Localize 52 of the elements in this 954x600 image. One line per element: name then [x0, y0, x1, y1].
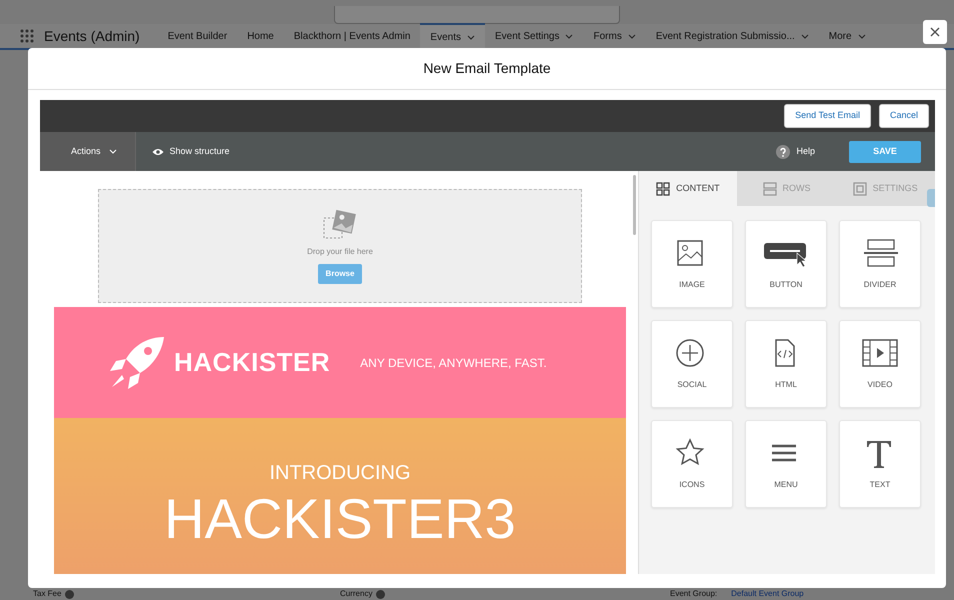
nav-tab[interactable]: Forms: [583, 23, 646, 49]
tagline: ANY DEVICE, ANYWHERE, FAST.: [360, 354, 547, 372]
logo-text: HACKISTER: [174, 346, 330, 379]
panel-icon: [852, 182, 867, 196]
field-label: Tax Fee: [33, 589, 62, 599]
field-label: Event Group:: [670, 589, 718, 599]
scrollbar[interactable]: [633, 175, 636, 235]
hero-headline: HACKISTER3: [163, 488, 517, 550]
content-block[interactable]: DIVIDER: [839, 220, 921, 308]
app-name: Events (Admin): [44, 26, 140, 46]
divider-icon: [862, 237, 898, 269]
hero-kicker: INTRODUCING: [268, 461, 412, 486]
content-block[interactable]: ICONS: [651, 420, 733, 508]
rows-icon: [762, 182, 776, 196]
header-button[interactable]: Cancel: [878, 104, 929, 128]
header-button[interactable]: Send Test Email: [784, 104, 871, 128]
nav-tab[interactable]: Event Builder: [158, 23, 238, 49]
search-field[interactable]: [334, 6, 620, 24]
image-upload-icon: [323, 208, 357, 240]
eye-icon: [152, 148, 164, 156]
nav-tab[interactable]: More: [818, 23, 876, 49]
nav-tab[interactable]: Events: [420, 23, 485, 49]
content-block[interactable]: MENU: [745, 420, 827, 508]
close-button[interactable]: [923, 20, 947, 44]
close-icon: [930, 26, 940, 37]
content-block[interactable]: BUTTON: [745, 220, 827, 308]
nav-tab[interactable]: Home: [237, 23, 284, 49]
grid-icon: [656, 182, 670, 196]
actions-dropdown[interactable]: Actions: [40, 132, 136, 171]
nav-tab[interactable]: Event Registration Submissio...: [646, 23, 819, 49]
info-icon: [65, 590, 74, 598]
drop-hint: Drop your file here: [307, 246, 373, 258]
show-structure-button[interactable]: Show structure: [136, 144, 246, 158]
content-block[interactable]: IMAGE: [651, 220, 733, 308]
rocket-icon: [108, 334, 166, 390]
content-block[interactable]: SOCIAL: [651, 320, 733, 408]
content-block[interactable]: TEXT: [839, 420, 921, 508]
app-launcher-icon: [20, 29, 34, 43]
content-block[interactable]: HTML: [745, 320, 827, 408]
file-drop-zone[interactable]: Drop your file here Browse: [98, 189, 582, 303]
help-button[interactable]: Help: [770, 144, 821, 160]
chevron-down-icon: [108, 149, 117, 154]
content-block[interactable]: VIDEO: [839, 320, 921, 408]
event-group-link[interactable]: Default Event Group: [731, 589, 804, 599]
collapse-handle[interactable]: [927, 189, 935, 207]
nav-tab[interactable]: Event Settings: [485, 23, 584, 49]
help-icon: [776, 144, 790, 158]
info-icon: [376, 590, 386, 598]
nav-tab[interactable]: Blackthorn | Events Admin: [284, 23, 420, 49]
modal-title: New Email Template: [28, 48, 946, 90]
film-icon: [862, 337, 898, 369]
field-label: Currency: [340, 589, 372, 599]
